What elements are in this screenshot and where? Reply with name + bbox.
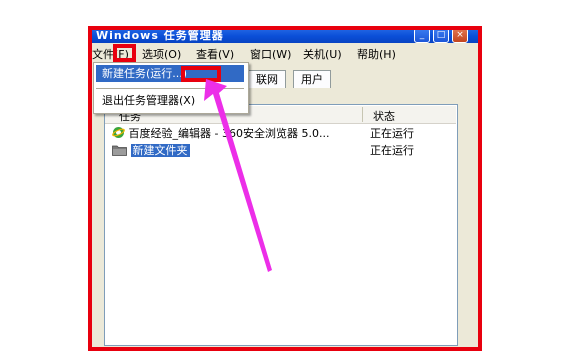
pointer-arrow [204,79,272,272]
arrow-annotation [204,79,272,272]
